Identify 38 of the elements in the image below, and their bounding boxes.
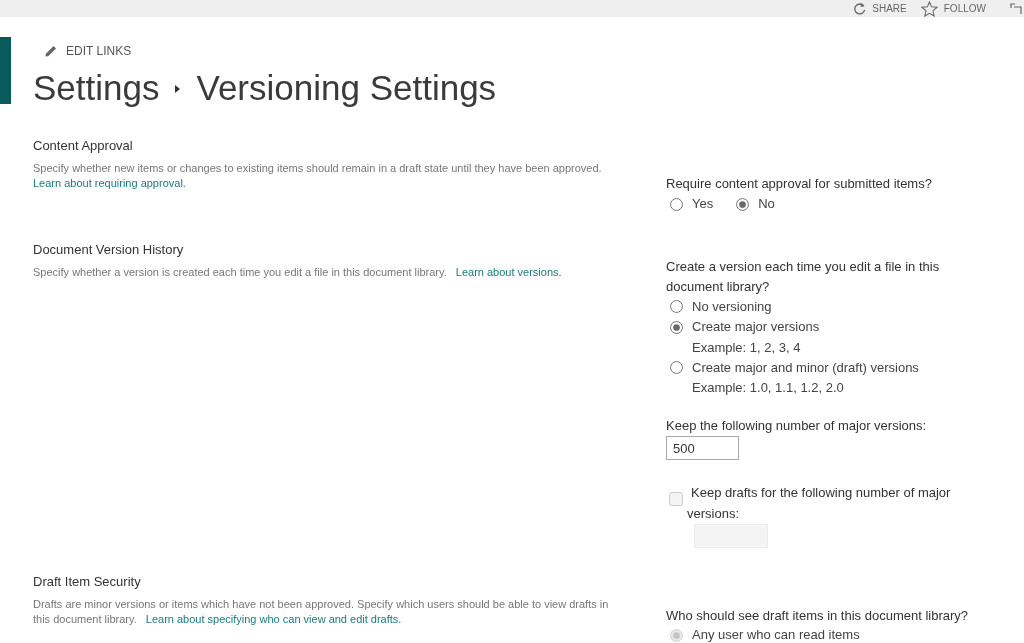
- radio-button[interactable]: [736, 197, 750, 211]
- number-field[interactable]: 500: [666, 436, 739, 460]
- learn-more-link[interactable]: Learn about requiring approval.: [33, 177, 186, 189]
- question-label: Require content approval for submitted items?: [666, 175, 933, 193]
- share-button[interactable]: SHARE: [853, 2, 907, 15]
- star-icon: [920, 0, 938, 17]
- circular-arrow-icon: [853, 2, 867, 15]
- section-description: Drafts are minor versions or items which have not been approved. Specify which users should be able to view drafts in this document library. Learn about specifying who can view and edit drafts.: [33, 597, 610, 627]
- section-heading: Draft Item Security: [33, 573, 142, 591]
- example-note: Example: 1.0, 1.1, 1.2, 2.0: [691, 379, 845, 397]
- radio-button[interactable]: [670, 197, 683, 211]
- learn-more-link[interactable]: Learn about versions.: [455, 265, 562, 278]
- question-label: Who should see draft items in this document library?: [666, 607, 970, 625]
- field-label: Keep the following number of major versions:: [666, 417, 928, 435]
- edit-links-button[interactable]: EDIT LINKS: [45, 44, 132, 58]
- radio-option[interactable]: No versioning: [670, 296, 772, 317]
- radio-button[interactable]: [670, 320, 683, 334]
- checkbox-label: Keep drafts for the following number of major versions:: [687, 484, 952, 523]
- section-description: Specify whether a version is created each time you edit a file in this document library. Learn about versions.: [33, 264, 563, 280]
- corner-bracket-icon[interactable]: [1010, 2, 1022, 15]
- section-heading: Document Version History: [33, 240, 185, 259]
- radio-button[interactable]: [670, 300, 683, 313]
- radio-option[interactable]: No: [736, 194, 775, 214]
- learn-more-link[interactable]: Learn about specifying who can view and edit drafts.: [145, 613, 402, 625]
- radio-option[interactable]: Create major versions: [670, 317, 820, 337]
- follow-button[interactable]: FOLLOW: [920, 0, 986, 17]
- section-heading: Content Approval: [33, 137, 134, 155]
- pencil-icon: [45, 45, 57, 57]
- radio-option[interactable]: Create major and minor (draft) versions: [670, 357, 919, 378]
- page-title: Versioning Settings: [196, 67, 497, 109]
- caret-right-icon: [175, 85, 181, 93]
- question-label: Create a version each time you edit a file in this document library?: [666, 257, 941, 296]
- example-note: Example: 1, 2, 3, 4: [691, 338, 802, 357]
- radio-button[interactable]: [670, 361, 683, 374]
- section-description: Specify whether new items or changes to existing items should remain in a draft state until they have been approved. Learn about requiring approval.: [33, 161, 603, 191]
- breadcrumb-link[interactable]: Settings: [33, 66, 160, 110]
- accent-bar: [0, 37, 11, 104]
- radio-option[interactable]: Yes: [670, 194, 714, 214]
